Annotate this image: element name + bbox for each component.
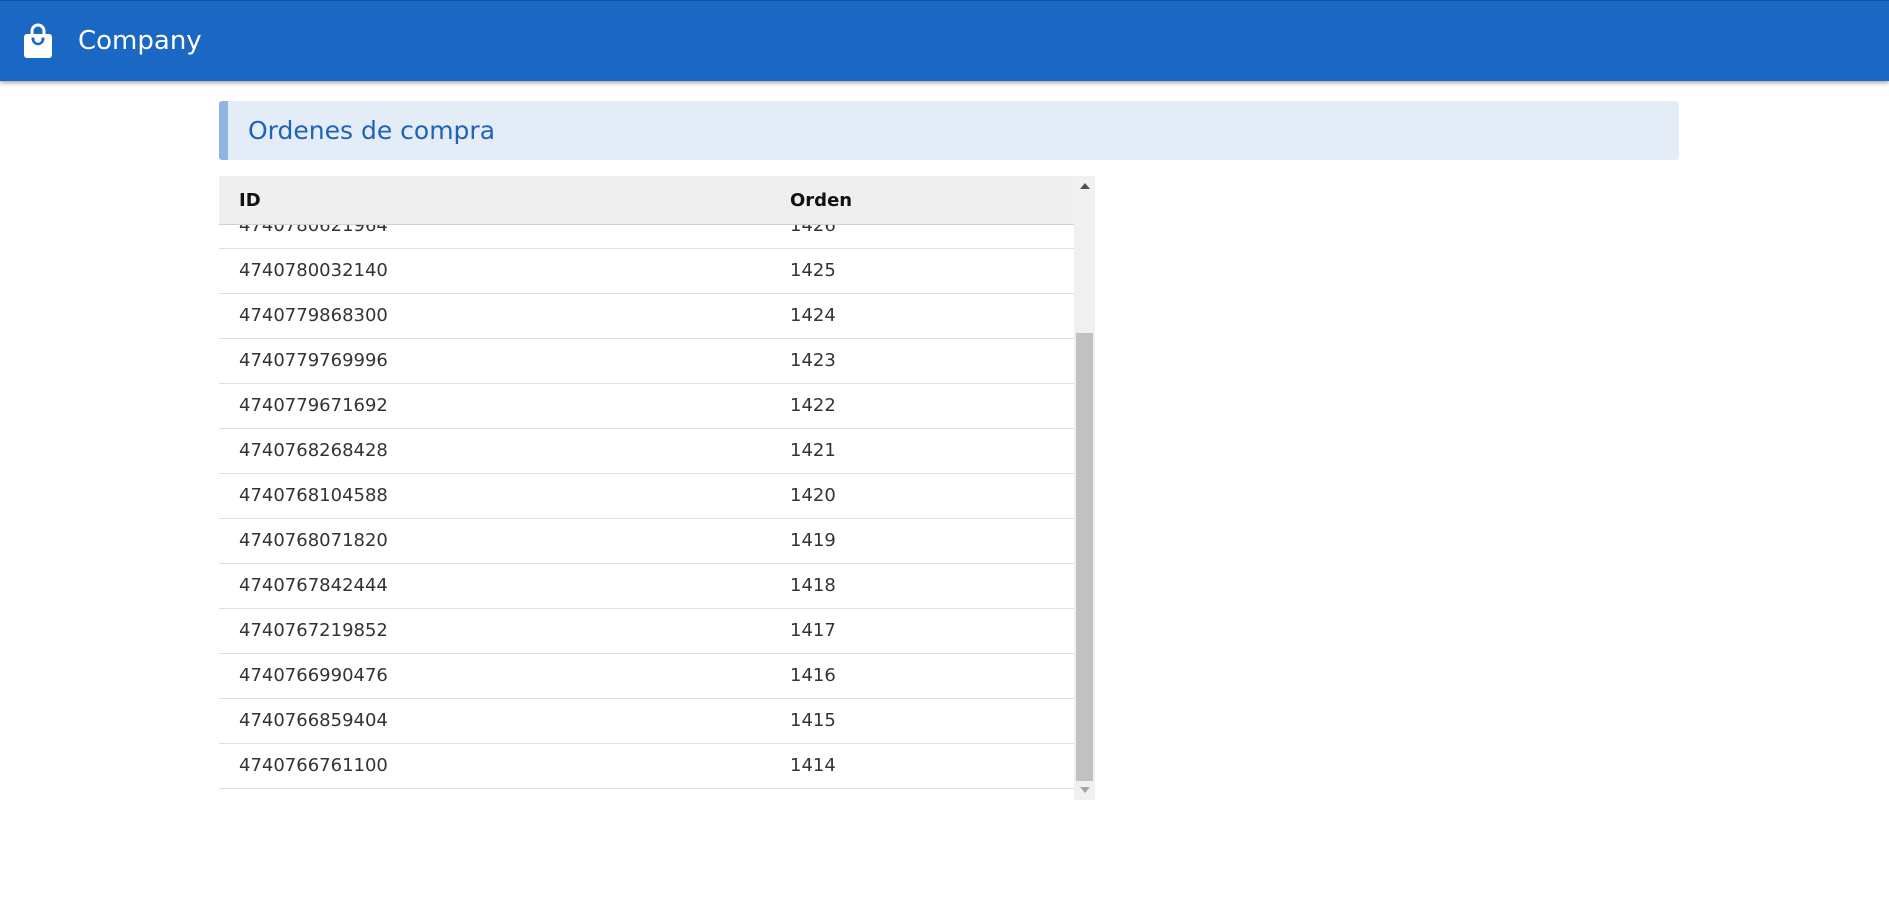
orders-table: ID Orden 4740780621964 1426 4740780032140 1… — [219, 176, 1095, 800]
vertical-scrollbar[interactable] — [1074, 176, 1095, 800]
scroll-up-arrow-icon[interactable] — [1074, 176, 1095, 194]
cell-id: 4740768268428 — [239, 440, 388, 461]
cell-orden: 1418 — [790, 575, 836, 596]
cell-orden: 1416 — [790, 665, 836, 686]
table-row[interactable]: 4740766761100 1414 — [219, 744, 1074, 789]
cell-id: 4740766990476 — [239, 665, 388, 686]
table-row[interactable]: 4740779671692 1422 — [219, 384, 1074, 429]
cell-orden: 1421 — [790, 440, 836, 461]
cell-id: 4740779769996 — [239, 350, 388, 371]
cell-orden: 1414 — [790, 755, 836, 776]
page-title: Ordenes de compra — [248, 116, 496, 145]
cell-id: 4740766761100 — [239, 755, 388, 776]
cell-id: 4740767842444 — [239, 575, 388, 596]
cell-id: 4740779671692 — [239, 395, 388, 416]
scroll-down-arrow-icon[interactable] — [1074, 782, 1095, 800]
table-row[interactable]: 4740780621964 1426 — [219, 225, 1074, 249]
table-row[interactable]: 4740768071820 1419 — [219, 519, 1074, 564]
cell-orden: 1423 — [790, 350, 836, 371]
table-row[interactable]: 4740768268428 1421 — [219, 429, 1074, 474]
table-header: ID Orden — [219, 176, 1074, 225]
cell-orden: 1426 — [790, 225, 836, 236]
cell-orden: 1417 — [790, 620, 836, 641]
cell-orden: 1419 — [790, 530, 836, 551]
table-rows: 4740780621964 1426 4740780032140 1425 474077… — [219, 225, 1074, 789]
table-body[interactable]: 4740780621964 1426 4740780032140 1425 474077… — [219, 225, 1074, 800]
table-row[interactable]: 4740766990476 1416 — [219, 654, 1074, 699]
cell-orden: 1425 — [790, 260, 836, 281]
table-row[interactable]: 4740766859404 1415 — [219, 699, 1074, 744]
table-row[interactable]: 4740779769996 1423 — [219, 339, 1074, 384]
app-bar: Company — [0, 0, 1889, 81]
section-header: Ordenes de compra — [219, 101, 1679, 160]
table-row[interactable]: 4740767842444 1418 — [219, 564, 1074, 609]
table-row[interactable]: 4740780032140 1425 — [219, 249, 1074, 294]
column-header-id[interactable]: ID — [239, 191, 261, 211]
cell-id: 4740780621964 — [239, 225, 388, 236]
cell-id: 4740780032140 — [239, 260, 388, 281]
cell-id: 4740767219852 — [239, 620, 388, 641]
cell-id: 4740768071820 — [239, 530, 388, 551]
cell-orden: 1422 — [790, 395, 836, 416]
cell-orden: 1415 — [790, 710, 836, 731]
cell-orden: 1420 — [790, 485, 836, 506]
table-row[interactable]: 4740767219852 1417 — [219, 609, 1074, 654]
cell-orden: 1424 — [790, 305, 836, 326]
table-row[interactable]: 4740768104588 1420 — [219, 474, 1074, 519]
cell-id: 4740768104588 — [239, 485, 388, 506]
cell-id: 4740766859404 — [239, 710, 388, 731]
cell-id: 4740779868300 — [239, 305, 388, 326]
shopping-bag-icon[interactable] — [22, 23, 54, 59]
table-row[interactable]: 4740779868300 1424 — [219, 294, 1074, 339]
app-title[interactable]: Company — [78, 25, 202, 57]
column-header-orden[interactable]: Orden — [790, 191, 852, 211]
scrollbar-thumb[interactable] — [1076, 333, 1093, 781]
